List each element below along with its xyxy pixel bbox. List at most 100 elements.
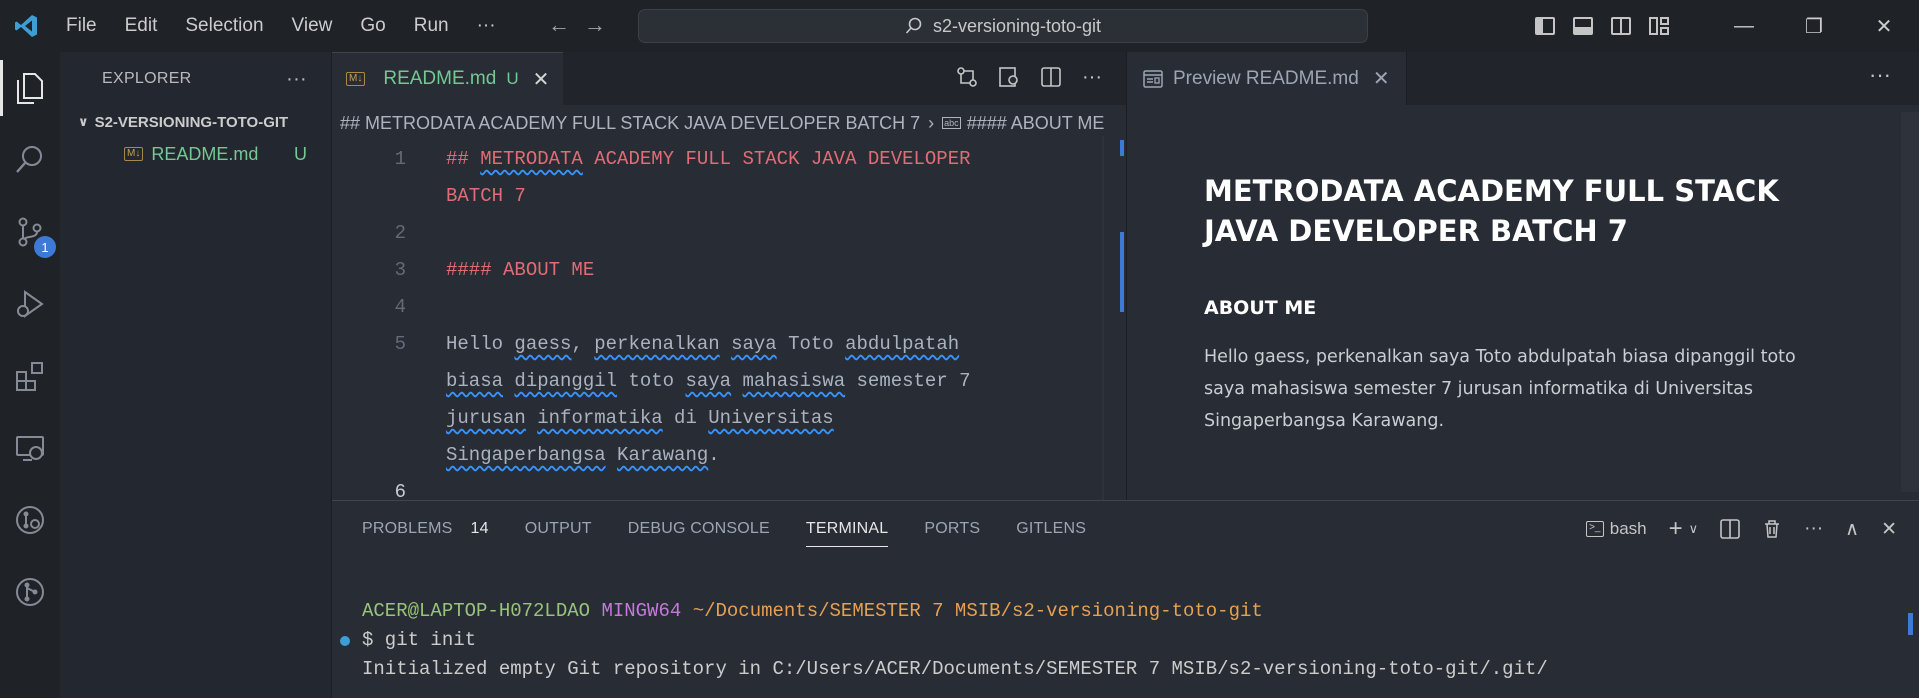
line-number: 1 [394, 148, 406, 170]
file-name: README.md [151, 143, 259, 164]
terminal-scrollbar[interactable] [1908, 613, 1913, 635]
preview-scrollbar[interactable] [1901, 112, 1919, 492]
run-debug-icon[interactable] [0, 268, 60, 340]
menu-go[interactable]: Go [346, 0, 399, 52]
title-bar: File Edit Selection View Go Run ··· ← → … [0, 0, 1919, 52]
new-terminal-icon[interactable]: + [1669, 515, 1683, 543]
code-text: BATCH 7 [446, 185, 526, 207]
preview-tabs: Preview README.md ✕ ··· [1127, 52, 1919, 105]
line-number: 2 [394, 222, 406, 244]
toggle-panel-icon[interactable] [1573, 17, 1593, 35]
untracked-status: U [294, 143, 307, 164]
tab-preview-readme[interactable]: Preview README.md ✕ [1127, 52, 1407, 105]
code-text: Singaperbangsa Karawang. [446, 444, 720, 466]
breadcrumb-item-h4[interactable]: #### ABOUT ME [967, 113, 1105, 134]
chevron-right-icon: › [928, 112, 935, 133]
tab-readme[interactable]: M↓ README.md U ✕ [332, 52, 564, 105]
markdown-preview: Preview README.md ✕ ··· METRODATA ACADEM… [1126, 52, 1919, 500]
code-text: Hello gaess, perkenalkan saya Toto abdul… [446, 333, 960, 355]
terminal-user: ACER@LAPTOP-H072LDAO [362, 600, 591, 622]
editor-more-actions[interactable]: ··· [1082, 66, 1102, 89]
preview-more-actions[interactable]: ··· [1869, 62, 1891, 88]
git-graph-icon[interactable] [0, 556, 60, 628]
chevron-down-icon[interactable]: ∨ [1689, 521, 1699, 537]
menu-edit[interactable]: Edit [111, 0, 172, 52]
code-line: 3 #### ABOUT ME [332, 252, 1112, 289]
toggle-secondary-sidebar-icon[interactable] [1611, 17, 1631, 35]
trash-icon[interactable] [1762, 519, 1782, 539]
untracked-status: U [506, 69, 519, 88]
explorer-more-actions[interactable]: ··· [286, 68, 307, 91]
terminal-output[interactable]: ACER@LAPTOP-H072LDAO MINGW64 ~/Documents… [340, 597, 1548, 684]
explorer-icon[interactable] [0, 52, 60, 124]
editor-group: M↓ README.md U ✕ ··· ## METRODATA ACADEM… [332, 52, 1126, 565]
restore-button[interactable]: ❐ [1779, 14, 1849, 39]
code-text: #### ABOUT ME [446, 259, 595, 281]
panel-tabs: PROBLEMS 14 OUTPUT DEBUG CONSOLE TERMINA… [332, 501, 1919, 557]
toggle-primary-sidebar-icon[interactable] [1535, 17, 1555, 35]
explorer-sidebar: EXPLORER ··· ∨ S2-VERSIONING-TOTO-GIT M↓… [60, 52, 332, 698]
forward-arrow-icon[interactable]: → [584, 12, 606, 38]
extensions-icon[interactable] [0, 340, 60, 412]
open-preview-to-side-icon[interactable] [998, 66, 1020, 88]
menu-selection[interactable]: Selection [171, 0, 277, 52]
split-terminal-icon[interactable] [1720, 519, 1740, 539]
editor-tabs: M↓ README.md U ✕ ··· [332, 52, 1126, 105]
tab-ports[interactable]: PORTS [924, 501, 980, 557]
menu-view[interactable]: View [278, 0, 347, 52]
terminal-path: ~/Documents/SEMESTER 7 MSIB/s2-versionin… [692, 600, 1263, 622]
customize-layout-icon[interactable] [1649, 17, 1669, 35]
command-center-search[interactable]: s2-versioning-toto-git [638, 9, 1368, 43]
code-text: biasa dipanggil toto saya mahasiswa seme… [446, 370, 971, 392]
menu-more[interactable]: ··· [463, 0, 510, 52]
markdown-file-icon: M↓ [124, 147, 144, 161]
close-tab-icon[interactable]: ✕ [533, 67, 550, 92]
close-window-button[interactable]: ✕ [1849, 14, 1919, 39]
code-line-wrap: biasa dipanggil toto saya mahasiswa seme… [332, 363, 1112, 400]
split-editor-icon[interactable] [1040, 66, 1062, 88]
source-control-badge: 1 [34, 236, 56, 258]
terminal-command: $ git init [362, 629, 477, 651]
workspace-folder[interactable]: ∨ S2-VERSIONING-TOTO-GIT [60, 106, 331, 138]
terminal-icon: >_ [1585, 521, 1604, 537]
panel-more-actions[interactable]: ··· [1804, 518, 1823, 540]
line-number: 5 [394, 333, 406, 355]
tab-output[interactable]: OUTPUT [525, 501, 592, 557]
back-arrow-icon[interactable]: ← [548, 12, 570, 38]
minimize-button[interactable]: — [1709, 15, 1779, 38]
chevron-down-icon: ∨ [78, 114, 89, 129]
string-symbol-icon: abc [942, 117, 961, 129]
editor-scrollbar[interactable] [1102, 136, 1104, 500]
code-line: 1 ## METRODATA ACADEMY FULL STACK JAVA D… [332, 141, 1112, 178]
menu-file[interactable]: File [52, 0, 111, 52]
remote-explorer-icon[interactable] [0, 412, 60, 484]
menu-run[interactable]: Run [400, 0, 463, 52]
file-item-readme[interactable]: M↓ README.md U [60, 138, 331, 170]
close-tab-icon[interactable]: ✕ [1373, 66, 1390, 91]
tab-terminal[interactable]: TERMINAL [805, 501, 889, 557]
tab-problems[interactable]: PROBLEMS 14 [362, 501, 489, 557]
close-panel-icon[interactable]: ✕ [1881, 518, 1897, 541]
tab-label: Preview README.md [1173, 67, 1359, 89]
code-line: 2 [332, 215, 1112, 252]
code-line-wrap: BATCH 7 [332, 178, 1112, 215]
maximize-panel-icon[interactable]: ∧ [1845, 518, 1859, 541]
code-text: ## METRODATA ACADEMY FULL STACK JAVA DEV… [446, 148, 971, 170]
terminal-shell-selector[interactable]: >_ bash [1585, 519, 1647, 539]
breadcrumb-item-h2[interactable]: ## METRODATA ACADEMY FULL STACK JAVA DEV… [340, 113, 920, 134]
line-number: 4 [394, 296, 406, 318]
preview-content: METRODATA ACADEMY FULL STACK JAVA DEVELO… [1127, 171, 1919, 437]
tab-gitlens[interactable]: GITLENS [1016, 501, 1086, 557]
tab-debug-console[interactable]: DEBUG CONSOLE [628, 501, 770, 557]
open-changes-icon[interactable] [956, 66, 978, 88]
source-control-icon[interactable]: 1 [0, 196, 60, 268]
bottom-panel: PROBLEMS 14 OUTPUT DEBUG CONSOLE TERMINA… [332, 500, 1919, 698]
menu-bar: File Edit Selection View Go Run ··· [52, 0, 510, 52]
gitlens-icon[interactable] [0, 484, 60, 556]
terminal-command-line: $ git init [340, 626, 1548, 655]
problems-count: 14 [470, 520, 489, 537]
search-icon[interactable] [0, 124, 60, 196]
code-line-wrap: Singaperbangsa Karawang. [332, 437, 1112, 474]
folder-label: S2-VERSIONING-TOTO-GIT [94, 113, 289, 131]
terminal-prompt-line: ACER@LAPTOP-H072LDAO MINGW64 ~/Documents… [362, 597, 1548, 626]
